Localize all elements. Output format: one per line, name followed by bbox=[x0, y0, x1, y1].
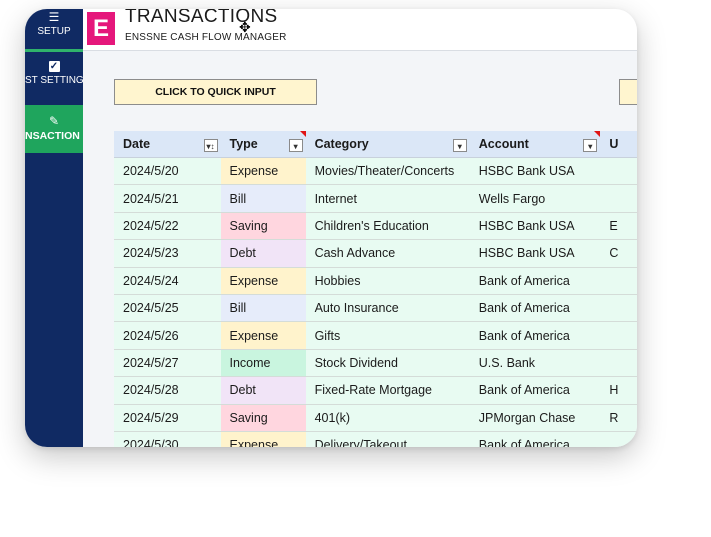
cell-type[interactable]: Expense bbox=[220, 267, 306, 295]
sidebar-item-label: SETUP bbox=[37, 26, 71, 37]
page-subtitle: ENSSNE CASH FLOW MANAGER bbox=[125, 32, 287, 43]
menu-icon: ☰ bbox=[48, 11, 60, 24]
column-header-extra: U bbox=[600, 131, 637, 158]
cell-date[interactable]: 2024/5/29 bbox=[114, 404, 221, 432]
cell-extra[interactable] bbox=[600, 184, 637, 213]
cell-extra[interactable] bbox=[600, 267, 637, 295]
quick-input-button[interactable]: CLICK TO QUICK INPUT bbox=[114, 79, 317, 105]
cell-account[interactable]: HSBC Bank USA bbox=[469, 239, 601, 268]
cell-extra[interactable] bbox=[600, 431, 637, 447]
table-row[interactable]: 2024/5/30 Expense Delivery/Takeout Bank of … bbox=[114, 431, 637, 447]
cell-extra[interactable] bbox=[600, 157, 637, 186]
cell-date[interactable]: 2024/5/27 bbox=[114, 349, 221, 378]
cell-extra[interactable] bbox=[600, 321, 637, 350]
checkbox-icon: ✓ bbox=[48, 61, 60, 72]
table-row[interactable]: 2024/5/26 Expense Gifts Bank of America bbox=[114, 321, 637, 350]
cell-type[interactable]: Expense bbox=[220, 431, 306, 447]
cell-account[interactable]: HSBC Bank USA bbox=[469, 157, 601, 186]
table-row[interactable]: 2024/5/21 Bill Internet Wells Fargo bbox=[114, 184, 637, 213]
table-row[interactable]: 2024/5/20 Expense Movies/Theater/Concerts H… bbox=[114, 157, 637, 186]
cell-category[interactable]: Auto Insurance bbox=[305, 294, 470, 323]
cell-account[interactable]: Wells Fargo bbox=[469, 184, 601, 213]
cell-date[interactable]: 2024/5/24 bbox=[114, 267, 221, 295]
cell-category[interactable]: Fixed-Rate Mortgage bbox=[305, 376, 470, 405]
cell-type[interactable]: Income bbox=[220, 349, 306, 378]
app-logo: E bbox=[87, 12, 115, 45]
cell-extra[interactable]: H bbox=[600, 376, 637, 405]
cell-date[interactable]: 2024/5/25 bbox=[114, 294, 221, 323]
page-title: TRANSACTIONS bbox=[125, 9, 278, 27]
cell-category[interactable]: Stock Dividend bbox=[305, 349, 470, 378]
column-header-account: Account ▾ bbox=[469, 131, 601, 158]
sidebar-divider bbox=[25, 49, 83, 52]
cell-category[interactable]: Movies/Theater/Concerts bbox=[305, 157, 470, 186]
cell-account[interactable]: Bank of America bbox=[469, 267, 601, 295]
cell-type[interactable]: Expense bbox=[220, 157, 306, 186]
table-row[interactable]: 2024/5/29 Saving 401(k) JPMorgan Chase R bbox=[114, 404, 637, 432]
transactions-table: Date ▾↕ Type ▾ Category ▾ Account ▾ U 20… bbox=[114, 131, 637, 447]
cell-category[interactable]: 401(k) bbox=[305, 404, 470, 432]
filter-dropdown-icon[interactable]: ▾ bbox=[452, 139, 467, 152]
table-row[interactable]: 2024/5/23 Debt Cash Advance HSBC Bank USA C bbox=[114, 239, 637, 268]
filter-dropdown-icon[interactable]: ▾ bbox=[288, 139, 303, 152]
cell-account[interactable]: Bank of America bbox=[469, 294, 601, 323]
sidebar-item-label: ST SETTING bbox=[25, 75, 83, 86]
sidebar-item-setup[interactable]: ☰ SETUP bbox=[25, 11, 83, 49]
cell-extra[interactable]: C bbox=[600, 239, 637, 268]
cell-date[interactable]: 2024/5/22 bbox=[114, 212, 221, 241]
filter-dropdown-icon[interactable]: ▾ bbox=[583, 139, 598, 152]
cell-type[interactable]: Debt bbox=[220, 376, 306, 405]
table-row[interactable]: 2024/5/25 Bill Auto Insurance Bank of Ameri… bbox=[114, 294, 637, 323]
table-row[interactable]: 2024/5/27 Income Stock Dividend U.S. Bank bbox=[114, 349, 637, 378]
cell-type[interactable]: Saving bbox=[220, 404, 306, 432]
cell-date[interactable]: 2024/5/21 bbox=[114, 184, 221, 213]
cell-date[interactable]: 2024/5/20 bbox=[114, 157, 221, 186]
cell-type[interactable]: Bill bbox=[220, 184, 306, 213]
table-header-row: Date ▾↕ Type ▾ Category ▾ Account ▾ U bbox=[114, 131, 637, 158]
column-header-date: Date ▾↕ bbox=[114, 131, 221, 158]
table-body: 2024/5/20 Expense Movies/Theater/Concerts H… bbox=[114, 157, 637, 447]
cell-extra[interactable] bbox=[600, 349, 637, 378]
cell-account[interactable]: Bank of America bbox=[469, 431, 601, 447]
column-header-category: Category ▾ bbox=[305, 131, 470, 158]
sidebar-item-list-setting[interactable]: ✓ ST SETTING bbox=[25, 59, 83, 105]
main-content: CLICK TO QUICK INPUT Date ▾↕ Type ▾ Cate… bbox=[83, 51, 637, 447]
app-window: ☰ SETUP ✓ ST SETTING ✎ NSACTION E TRANSA… bbox=[25, 9, 637, 447]
cell-extra[interactable] bbox=[600, 294, 637, 323]
cell-account[interactable]: Bank of America bbox=[469, 321, 601, 350]
cell-category[interactable]: Cash Advance bbox=[305, 239, 470, 268]
sort-filter-icon[interactable]: ▾↕ bbox=[203, 139, 218, 152]
cell-category[interactable]: Gifts bbox=[305, 321, 470, 350]
cell-date[interactable]: 2024/5/30 bbox=[114, 431, 221, 447]
edit-icon: ✎ bbox=[48, 114, 60, 128]
cell-account[interactable]: HSBC Bank USA bbox=[469, 212, 601, 241]
cell-type[interactable]: Expense bbox=[220, 321, 306, 350]
sidebar-item-label: NSACTION bbox=[25, 130, 80, 142]
cell-date[interactable]: 2024/5/28 bbox=[114, 376, 221, 405]
cell-date[interactable]: 2024/5/23 bbox=[114, 239, 221, 268]
column-header-type: Type ▾ bbox=[220, 131, 306, 158]
table-row[interactable]: 2024/5/28 Debt Fixed-Rate Mortgage Bank of … bbox=[114, 376, 637, 405]
cell-account[interactable]: U.S. Bank bbox=[469, 349, 601, 378]
page-header: E TRANSACTIONS ENSSNE CASH FLOW MANAGER … bbox=[83, 9, 637, 51]
cell-type[interactable]: Debt bbox=[220, 239, 306, 268]
cell-category[interactable]: Children's Education bbox=[305, 212, 470, 241]
cell-type[interactable]: Bill bbox=[220, 294, 306, 323]
cell-extra[interactable]: E bbox=[600, 212, 637, 241]
table-row[interactable]: 2024/5/22 Saving Children's Education HSBC … bbox=[114, 212, 637, 241]
secondary-button[interactable] bbox=[619, 79, 637, 105]
sidebar: ☰ SETUP ✓ ST SETTING ✎ NSACTION bbox=[25, 9, 83, 447]
cell-account[interactable]: JPMorgan Chase bbox=[469, 404, 601, 432]
cell-category[interactable]: Hobbies bbox=[305, 267, 470, 295]
cell-date[interactable]: 2024/5/26 bbox=[114, 321, 221, 350]
sidebar-item-transaction[interactable]: ✎ NSACTION bbox=[25, 105, 83, 153]
move-cursor-icon: ✥ bbox=[239, 19, 251, 35]
cell-type[interactable]: Saving bbox=[220, 212, 306, 241]
cell-category[interactable]: Delivery/Takeout bbox=[305, 431, 470, 447]
table-row[interactable]: 2024/5/24 Expense Hobbies Bank of America bbox=[114, 267, 637, 295]
cell-account[interactable]: Bank of America bbox=[469, 376, 601, 405]
cell-extra[interactable]: R bbox=[600, 404, 637, 432]
cell-category[interactable]: Internet bbox=[305, 184, 470, 213]
